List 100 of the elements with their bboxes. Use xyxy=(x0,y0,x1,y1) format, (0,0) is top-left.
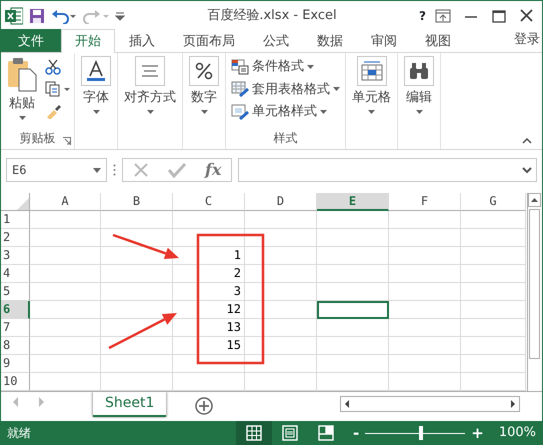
dialog-launcher-icon[interactable] xyxy=(63,137,71,145)
sign-in-link[interactable]: 登录 xyxy=(512,30,542,52)
help-button[interactable]: ? xyxy=(419,6,426,24)
empty-cell xyxy=(30,247,101,265)
empty-cell xyxy=(173,229,245,247)
cell-value: 13 xyxy=(173,319,245,337)
binoculars-icon xyxy=(408,62,430,80)
normal-view-icon xyxy=(244,423,264,443)
scissors-icon[interactable] xyxy=(45,59,61,75)
style-menu-button[interactable]: 套用表格格式 xyxy=(229,78,342,100)
row-header[interactable]: 1 xyxy=(1,211,30,229)
row-header[interactable]: 6 xyxy=(1,301,30,319)
empty-cell xyxy=(245,373,317,391)
empty-cell xyxy=(173,355,245,373)
sheet-tab[interactable]: Sheet1 xyxy=(93,392,166,417)
empty-cell xyxy=(317,283,389,301)
row-header[interactable]: 4 xyxy=(1,265,30,283)
empty-cell xyxy=(101,229,173,247)
ribbon-tab[interactable]: 文件 xyxy=(1,29,61,52)
column-header[interactable]: A xyxy=(30,193,101,211)
column-header[interactable]: G xyxy=(461,193,526,211)
active-cell[interactable] xyxy=(317,301,389,319)
empty-cell xyxy=(101,211,173,229)
check-icon[interactable] xyxy=(168,162,186,178)
column-header[interactable]: E xyxy=(317,193,389,211)
caret-icon xyxy=(307,64,314,69)
empty-cell xyxy=(245,229,317,247)
zoom-out-button[interactable]: - xyxy=(350,426,362,440)
zoom-level: 100% xyxy=(498,424,536,442)
formula-input[interactable] xyxy=(238,158,537,182)
align-lines-icon xyxy=(141,65,159,77)
row-header[interactable]: 10 xyxy=(1,373,30,391)
ribbon-tab[interactable]: 数据 xyxy=(303,29,357,52)
add-sheet-icon[interactable] xyxy=(194,396,214,416)
ribbon-tab[interactable]: 插入 xyxy=(115,29,169,52)
empty-cell xyxy=(461,229,526,247)
scroll-up-icon[interactable] xyxy=(528,193,541,207)
empty-cell xyxy=(461,283,526,301)
column-header[interactable]: C xyxy=(173,193,245,211)
empty-cell xyxy=(245,337,317,355)
column-header[interactable]: B xyxy=(101,193,173,211)
slider-thumb[interactable] xyxy=(419,426,424,440)
paste-button[interactable]: 粘贴 xyxy=(4,56,40,129)
empty-cell xyxy=(30,211,101,229)
empty-cell xyxy=(245,211,317,229)
ribbon-tab[interactable]: 审阅 xyxy=(357,29,411,52)
ribbon-tab[interactable]: 公式 xyxy=(249,29,303,52)
grip-icon xyxy=(113,164,116,176)
font-color-icon xyxy=(86,60,106,82)
cell-value: 3 xyxy=(173,283,245,301)
collapse-ribbon-icon[interactable] xyxy=(522,138,532,144)
ribbon-button[interactable]: 单元格 xyxy=(349,56,394,129)
insert-function-button[interactable]: fx xyxy=(204,158,222,182)
row-header[interactable]: 9 xyxy=(1,355,30,373)
style-menu-button[interactable]: 条件格式 xyxy=(229,56,342,78)
zoom-in-button[interactable]: + xyxy=(468,426,487,440)
page-break-icon xyxy=(316,423,336,443)
ribbon-button[interactable]: 数字 xyxy=(186,56,222,129)
empty-cell xyxy=(461,373,526,391)
ribbon-button[interactable]: 字体 xyxy=(78,56,114,129)
row-header[interactable]: 8 xyxy=(1,337,30,355)
empty-cell xyxy=(317,373,389,391)
undo-icon[interactable] xyxy=(51,8,77,24)
save-icon[interactable] xyxy=(29,8,45,24)
row-header[interactable]: 3 xyxy=(1,247,30,265)
ribbon-button[interactable]: 对齐方式 xyxy=(121,56,179,129)
view-button[interactable] xyxy=(236,421,272,445)
empty-cell xyxy=(389,247,461,265)
empty-cell xyxy=(389,373,461,391)
spreadsheet-app-icon[interactable] xyxy=(5,6,23,24)
group-label: 剪贴板 xyxy=(20,131,56,145)
empty-cell xyxy=(317,319,389,337)
style-menu-button[interactable]: 单元格样式 xyxy=(229,101,342,122)
empty-cell xyxy=(317,355,389,373)
empty-cell xyxy=(317,247,389,265)
empty-cell xyxy=(101,337,173,355)
empty-cell xyxy=(101,373,173,391)
ribbon-button[interactable]: 编辑 xyxy=(401,56,437,129)
empty-cell xyxy=(389,265,461,283)
name-box[interactable]: E6 xyxy=(6,158,107,182)
ribbon-tab[interactable]: 开始 xyxy=(61,29,115,53)
row-header[interactable]: 7 xyxy=(1,319,30,337)
empty-cell xyxy=(461,265,526,283)
expand-icon[interactable] xyxy=(522,166,532,174)
empty-cell xyxy=(30,229,101,247)
empty-cell xyxy=(461,247,526,265)
empty-cell xyxy=(461,319,526,337)
empty-cell xyxy=(317,211,389,229)
empty-cell xyxy=(461,211,526,229)
cell-style-icon xyxy=(231,104,249,120)
ribbon-tab[interactable]: 页面布局 xyxy=(169,29,249,52)
status-text: 就绪 xyxy=(7,425,31,442)
scroll-thumb[interactable] xyxy=(529,209,540,359)
empty-cell xyxy=(389,229,461,247)
customize-icon[interactable] xyxy=(115,10,125,20)
copy-icon[interactable] xyxy=(45,81,71,97)
column-header[interactable]: F xyxy=(389,193,461,211)
ribbon-tab[interactable]: 视图 xyxy=(411,29,465,52)
row-header[interactable]: 2 xyxy=(1,229,30,247)
paintbrush-icon[interactable] xyxy=(45,103,61,119)
